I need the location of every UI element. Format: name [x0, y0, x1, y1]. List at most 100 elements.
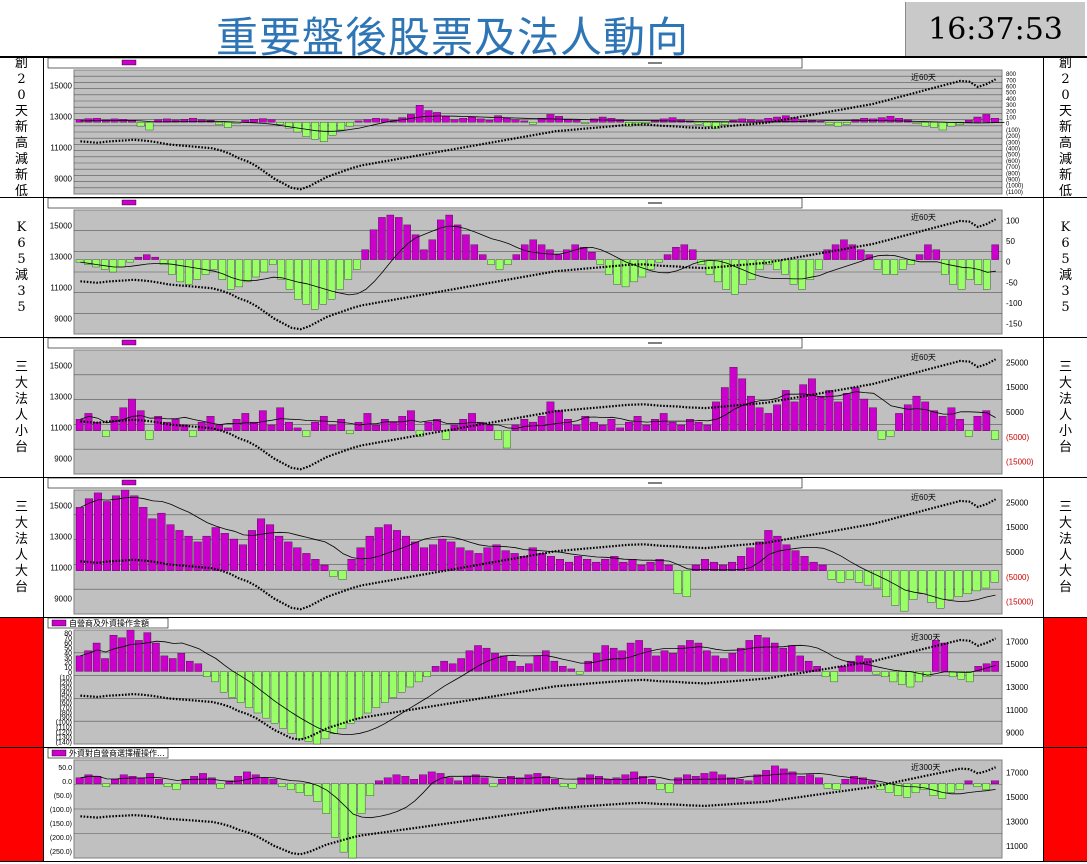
bar: [511, 119, 520, 123]
legend-swatch: [121, 199, 137, 206]
bar: [571, 244, 579, 260]
bar: [559, 783, 568, 787]
bar: [155, 779, 163, 784]
left-tick-label: 13000: [50, 253, 73, 262]
panel-label-text: 創20天新高減新低: [0, 56, 43, 199]
bar: [258, 410, 267, 431]
panel-label-text: K65減35: [0, 198, 43, 338]
panel-label-text: 創20天新高減新低: [1044, 56, 1087, 199]
panel-label-char: 5: [1061, 300, 1070, 315]
bar: [302, 430, 311, 437]
bar: [703, 122, 712, 127]
bar: [881, 671, 889, 677]
bar: [369, 229, 378, 260]
bar: [284, 541, 293, 571]
right-tick-label: (5000): [1006, 573, 1029, 582]
bar: [329, 570, 338, 577]
bar: [842, 393, 851, 431]
bar: [630, 771, 639, 784]
panel-label-char: 減: [14, 152, 28, 167]
bar: [647, 779, 656, 784]
right-tick-label: (15000): [1006, 598, 1034, 607]
bar: [499, 655, 508, 672]
bar: [234, 776, 243, 784]
bar: [754, 635, 762, 672]
bar: [983, 259, 991, 290]
bar: [489, 783, 498, 787]
bar: [555, 559, 564, 571]
bar: [502, 118, 511, 123]
right-tick-label: 5000: [1006, 548, 1024, 557]
bar: [92, 259, 101, 268]
bar: [596, 259, 605, 265]
bar: [709, 771, 718, 784]
bar: [356, 547, 365, 571]
bar: [663, 254, 672, 260]
bar: [720, 387, 729, 431]
legend-box: [47, 197, 803, 209]
bar: [397, 671, 406, 693]
bar: [260, 777, 269, 784]
right-tick-label: 100: [1006, 116, 1017, 122]
left-tick-label: 11000: [50, 284, 72, 293]
bar: [93, 492, 102, 571]
bar: [119, 774, 128, 784]
right-tick-label: (800): [1006, 171, 1020, 177]
bar: [202, 535, 211, 571]
panel-label-char: 台: [14, 580, 28, 595]
bar: [453, 224, 462, 260]
bar: [603, 779, 612, 784]
header-bar: 重要盤後股票及法人動向 16:37:53: [0, 0, 1087, 62]
bar: [525, 663, 533, 672]
bar: [895, 118, 903, 123]
panel-label-char: 小: [1058, 424, 1072, 439]
bar: [773, 535, 782, 571]
bar: [504, 259, 512, 265]
panel-label-char: 減: [14, 268, 28, 283]
right-tick-label: 13000: [1006, 817, 1029, 826]
bar: [199, 773, 207, 784]
bar: [476, 118, 485, 123]
bar: [437, 219, 445, 260]
bar: [128, 398, 136, 431]
bar: [269, 259, 277, 265]
bar: [745, 640, 754, 672]
bar: [216, 783, 225, 789]
bar: [277, 259, 285, 280]
bar: [336, 259, 344, 290]
bar: [483, 547, 492, 571]
bar: [117, 259, 126, 268]
bar: [714, 259, 722, 283]
right-tick-label: (15000): [1006, 458, 1034, 467]
bar: [882, 570, 891, 597]
period-label: 近60天: [911, 492, 936, 502]
bar: [982, 783, 991, 790]
legend-text: 外資對自營商選擇權操作...: [69, 748, 165, 758]
bar: [737, 647, 745, 672]
right-tick-label: 300: [1006, 103, 1017, 109]
bar: [703, 650, 711, 672]
bar: [337, 419, 346, 431]
bar: [468, 413, 476, 431]
bar: [383, 524, 392, 571]
bar: [311, 421, 319, 431]
bar: [491, 653, 499, 672]
bar: [809, 561, 818, 571]
bar: [779, 768, 788, 784]
left-tick-label: 11000: [50, 564, 72, 573]
bar: [440, 660, 448, 672]
bar: [601, 645, 609, 672]
bar: [537, 553, 546, 571]
right-tick-label: 15000: [1006, 793, 1029, 802]
bar: [938, 416, 947, 431]
bar: [613, 259, 621, 285]
bar: [441, 430, 450, 440]
bar: [346, 122, 354, 127]
panel-label-char: 3: [1061, 284, 1070, 299]
bar: [947, 783, 955, 793]
chart-svg: 9000 11000 13000 15000 100 50 0 -50 -100 -150 近60天: [47, 197, 1023, 335]
bar: [886, 430, 895, 437]
bar: [508, 660, 516, 672]
bar: [899, 259, 907, 270]
right-tick-label: 0: [1006, 122, 1010, 128]
